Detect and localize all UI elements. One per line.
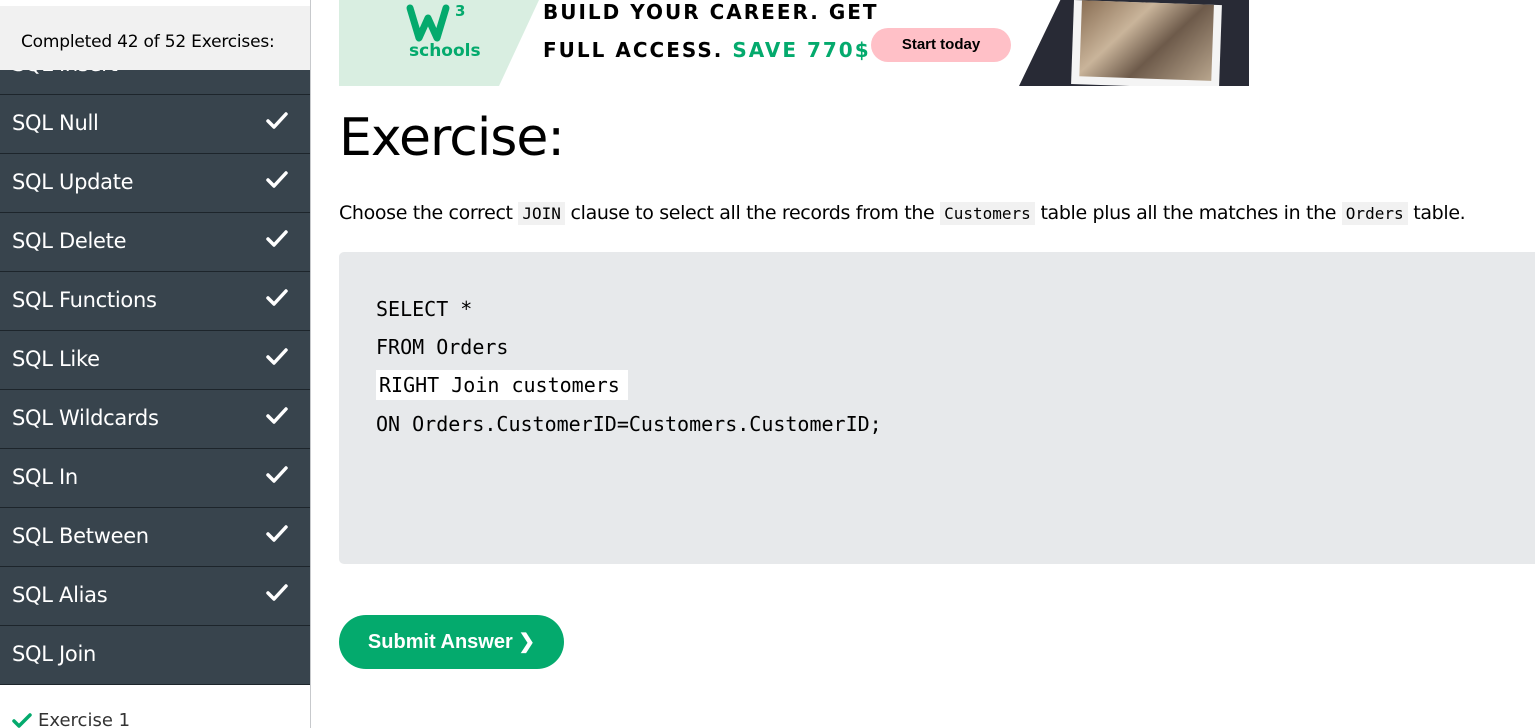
inline-code-customers: Customers	[940, 202, 1035, 225]
code-line-from: FROM Orders	[376, 335, 509, 359]
sidebar-item-label: SQL Delete	[12, 229, 127, 253]
instruction-text: table plus all the matches in the	[1034, 202, 1342, 224]
page-title: Exercise:	[339, 108, 565, 168]
instruction-text: clause to select all the records from th…	[564, 202, 941, 224]
banner-headline-line1: BUILD YOUR CAREER. GET	[543, 0, 879, 24]
sidebar-item-sql-join[interactable]: SQL Join	[0, 626, 310, 685]
submit-answer-button[interactable]: Submit Answer ❯	[339, 615, 564, 669]
sidebar-item-label: SQL Update	[12, 170, 134, 194]
checkmark-icon	[266, 584, 288, 601]
checkmark-icon	[12, 713, 32, 728]
code-exercise-box: SELECT * FROM Orders ON Orders.CustomerI…	[339, 252, 1535, 564]
sidebar-item-label: SQL Functions	[12, 288, 157, 312]
code-line-on: ON Orders.CustomerID=Customers.CustomerI…	[376, 412, 882, 436]
inline-code-orders: Orders	[1341, 202, 1408, 225]
checkmark-icon	[266, 348, 288, 365]
answer-input[interactable]	[376, 370, 628, 400]
banner-save-highlight: SAVE 770$	[732, 38, 871, 62]
sidebar-item-sql-between[interactable]: SQL Between	[0, 508, 310, 567]
checkmark-icon	[266, 407, 288, 424]
sidebar-item-label: SQL Wildcards	[12, 406, 159, 430]
checkmark-icon	[266, 230, 288, 247]
instruction-text: Choose the correct	[339, 202, 519, 224]
banner-line2-prefix: FULL ACCESS.	[543, 38, 733, 62]
sidebar-item-label: SQL Like	[12, 347, 100, 371]
logo-text: schools	[409, 41, 481, 61]
progress-header: Completed 42 of 52 Exercises:	[0, 0, 310, 70]
sidebar-item-sql-wildcards[interactable]: SQL Wildcards	[0, 390, 310, 449]
sidebar: SQL Insert SQL Null SQL Update SQL Delet…	[0, 0, 311, 728]
sidebar-item-label: SQL Between	[12, 524, 149, 548]
sidebar-subitem-exercise-1[interactable]: Exercise 1	[0, 694, 310, 728]
banner-photo-image	[1079, 0, 1214, 81]
banner-headline-line2: FULL ACCESS. SAVE 770$	[543, 38, 871, 62]
instruction-text: table.	[1407, 202, 1466, 224]
inline-code-join: JOIN	[518, 202, 565, 225]
checkmark-icon	[266, 112, 288, 129]
banner-photo	[1071, 0, 1222, 86]
sidebar-item-sql-delete[interactable]: SQL Delete	[0, 213, 310, 272]
checkmark-icon	[266, 525, 288, 542]
sidebar-item-label: SQL Join	[12, 642, 97, 666]
ad-banner[interactable]: 3 schools BUILD YOUR CAREER. GET FULL AC…	[339, 0, 1249, 86]
sidebar-item-sql-update[interactable]: SQL Update	[0, 154, 310, 213]
checkmark-icon	[266, 289, 288, 306]
logo-superscript: 3	[455, 2, 465, 20]
sidebar-list: SQL Insert SQL Null SQL Update SQL Delet…	[0, 36, 310, 685]
sidebar-subitem-label: Exercise 1	[38, 710, 131, 728]
checkmark-icon	[266, 466, 288, 483]
progress-text: Completed 42 of 52 Exercises:	[21, 32, 275, 52]
sidebar-item-label: SQL Null	[12, 111, 99, 135]
code-line-select: SELECT *	[376, 297, 473, 321]
sidebar-item-sql-in[interactable]: SQL In	[0, 449, 310, 508]
sidebar-item-label: SQL Alias	[12, 583, 108, 607]
exercise-instructions: Choose the correct JOIN clause to select…	[339, 202, 1466, 225]
sidebar-item-sql-like[interactable]: SQL Like	[0, 331, 310, 390]
start-today-button[interactable]: Start today	[871, 28, 1011, 62]
checkmark-icon	[266, 171, 288, 188]
sidebar-item-sql-null[interactable]: SQL Null	[0, 95, 310, 154]
sidebar-item-sql-alias[interactable]: SQL Alias	[0, 567, 310, 626]
sidebar-item-sql-functions[interactable]: SQL Functions	[0, 272, 310, 331]
sidebar-item-label: SQL In	[12, 465, 78, 489]
